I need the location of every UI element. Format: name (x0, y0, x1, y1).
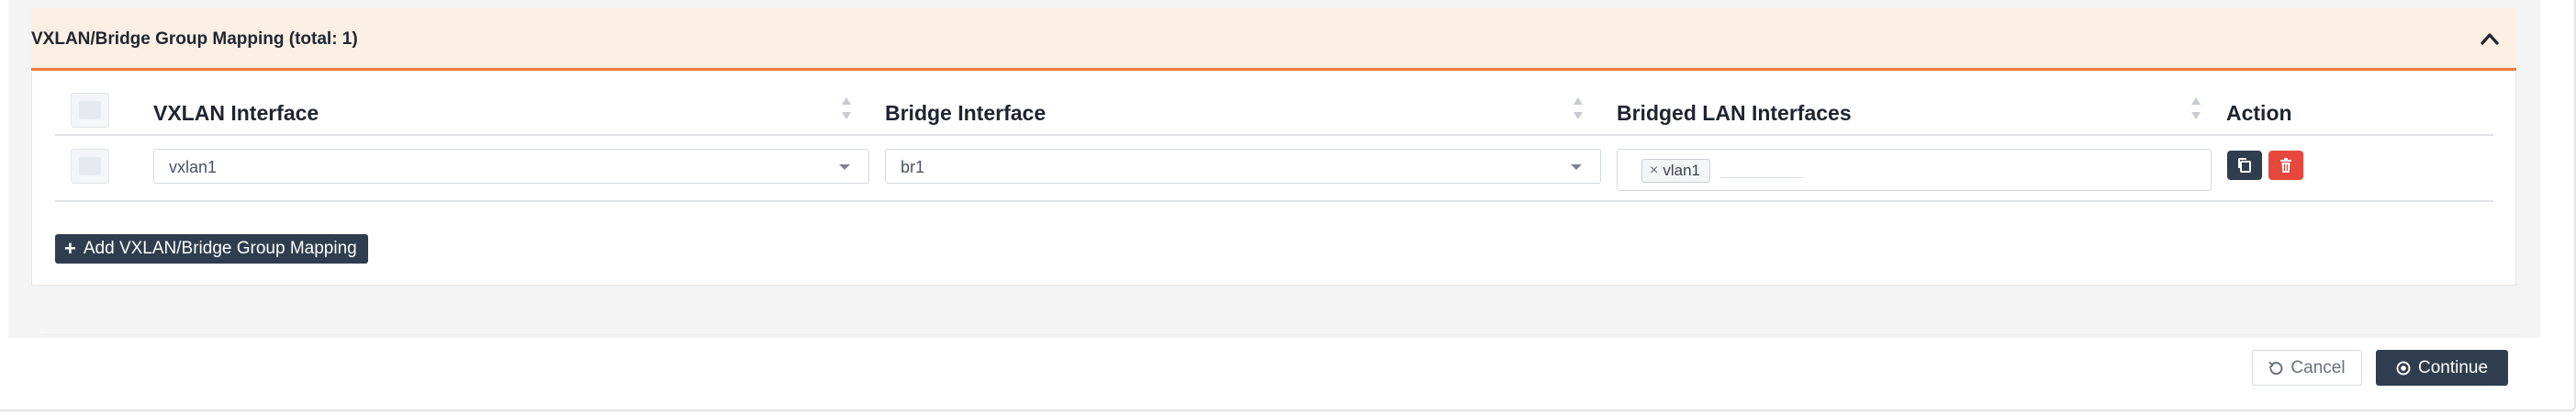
plus-icon: + (64, 237, 76, 260)
table-header: VXLAN Interface Bridge Interface Bridged… (55, 84, 2493, 136)
column-header-vxlan-interface[interactable]: VXLAN Interface (153, 84, 879, 136)
footer-divider (42, 334, 2521, 335)
add-mapping-button[interactable]: + Add VXLAN/Bridge Group Mapping (55, 234, 368, 264)
vxlan-interface-value: vxlan1 (169, 158, 218, 176)
column-label-bridged-lan-interfaces: Bridged LAN Interfaces (1617, 101, 1852, 125)
bridge-interface-value: br1 (901, 158, 925, 176)
undo-icon (2268, 361, 2283, 376)
page: VXLAN/Bridge Group Mapping (total: 1) VX… (0, 0, 2576, 416)
cancel-button[interactable]: Cancel (2252, 350, 2362, 386)
continue-button[interactable]: Continue (2376, 350, 2508, 386)
continue-label: Continue (2417, 357, 2489, 377)
add-mapping-label: Add VXLAN/Bridge Group Mapping (83, 239, 357, 258)
sort-icon[interactable] (1572, 96, 1585, 121)
vxlan-interface-select[interactable]: vxlan1 (153, 149, 869, 184)
delete-row-button[interactable] (2268, 151, 2303, 180)
panel-header[interactable]: VXLAN/Bridge Group Mapping (total: 1) (31, 8, 2516, 71)
chevron-up-icon[interactable] (2476, 25, 2503, 52)
circle-dot-icon (2396, 361, 2411, 376)
column-header-bridge-interface[interactable]: Bridge Interface (885, 84, 1610, 136)
panel-title: VXLAN/Bridge Group Mapping (total: 1) (31, 29, 358, 49)
row-checkbox[interactable] (71, 149, 109, 184)
copy-icon (2236, 157, 2253, 174)
column-label-bridge-interface: Bridge Interface (885, 101, 1047, 125)
copy-row-button[interactable] (2227, 151, 2262, 180)
sort-icon[interactable] (840, 96, 853, 121)
bridge-interface-select[interactable]: br1 (885, 149, 1601, 184)
column-header-bridged-lan-interfaces[interactable]: Bridged LAN Interfaces (1617, 84, 2259, 136)
caret-down-icon (839, 164, 850, 170)
cancel-label: Cancel (2290, 357, 2346, 377)
column-label-vxlan-interface: VXLAN Interface (153, 101, 319, 125)
tag-label: vlan1 (1663, 162, 1700, 179)
bridged-lan-interfaces-select[interactable]: × vlan1 (1617, 149, 2212, 191)
column-label-action: Action (2226, 101, 2292, 125)
column-header-action: Action (2226, 84, 2410, 136)
select-all-checkbox[interactable] (71, 93, 109, 128)
selected-tag: × vlan1 (1641, 159, 1710, 183)
table-row: vxlan1 br1 × vlan1 (55, 138, 2493, 202)
tag-search-input[interactable] (1720, 177, 1803, 178)
caret-down-icon (1571, 164, 1582, 170)
trash-icon (2279, 157, 2293, 174)
sort-icon[interactable] (2190, 96, 2202, 121)
remove-tag-icon[interactable]: × (1650, 163, 1658, 179)
